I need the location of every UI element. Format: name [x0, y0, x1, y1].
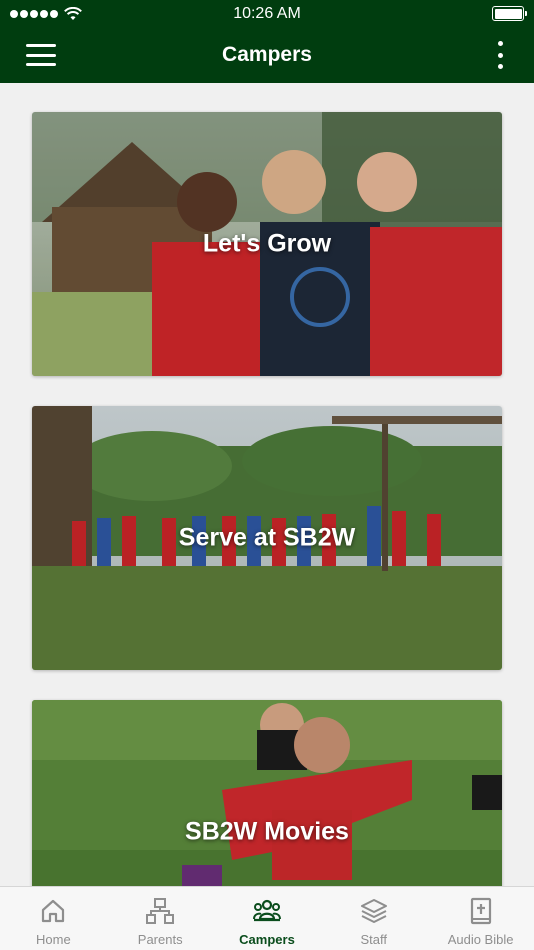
content-list: Let's Grow Serve at SB2W SB2W Movies — [0, 83, 534, 886]
tab-campers[interactable]: Campers — [214, 887, 320, 950]
org-chart-icon — [146, 898, 175, 924]
hamburger-menu-button[interactable] — [26, 44, 56, 66]
more-options-button[interactable] — [496, 41, 504, 69]
tab-label: Campers — [239, 932, 295, 947]
status-bar: 10:26 AM — [0, 0, 534, 27]
tab-staff[interactable]: Staff — [321, 887, 427, 950]
card-serve-at-sb2w[interactable]: Serve at SB2W — [32, 406, 502, 670]
tab-label: Home — [36, 932, 71, 947]
card-sb2w-movies[interactable]: SB2W Movies — [32, 700, 502, 886]
tab-label: Audio Bible — [447, 932, 514, 947]
card-lets-grow[interactable]: Let's Grow — [32, 112, 502, 376]
wifi-icon — [64, 6, 82, 20]
home-icon — [42, 899, 65, 923]
menu-bar-icon — [26, 63, 56, 66]
card-photo-football — [32, 700, 502, 886]
tab-parents[interactable]: Parents — [107, 887, 213, 950]
layers-icon — [360, 899, 387, 923]
tab-label: Staff — [360, 932, 388, 947]
tab-audio-bible[interactable]: Audio Bible — [428, 887, 534, 950]
battery-icon — [492, 6, 527, 21]
bible-icon — [470, 897, 491, 925]
signal-strength-icon — [10, 9, 58, 18]
page-title: Campers — [222, 43, 312, 66]
status-left — [10, 6, 82, 21]
tab-bar: Home Parents Campers Staff Audio Bible — [0, 886, 534, 950]
card-title: Serve at SB2W — [178, 523, 356, 552]
card-title: Let's Grow — [202, 229, 332, 258]
nav-bar: Campers — [0, 27, 534, 83]
card-title: SB2W Movies — [185, 817, 349, 846]
group-icon — [252, 899, 281, 922]
menu-bar-icon — [26, 53, 56, 57]
tab-home[interactable]: Home — [0, 887, 106, 950]
tab-label: Parents — [137, 932, 183, 947]
menu-bar-icon — [26, 44, 56, 47]
